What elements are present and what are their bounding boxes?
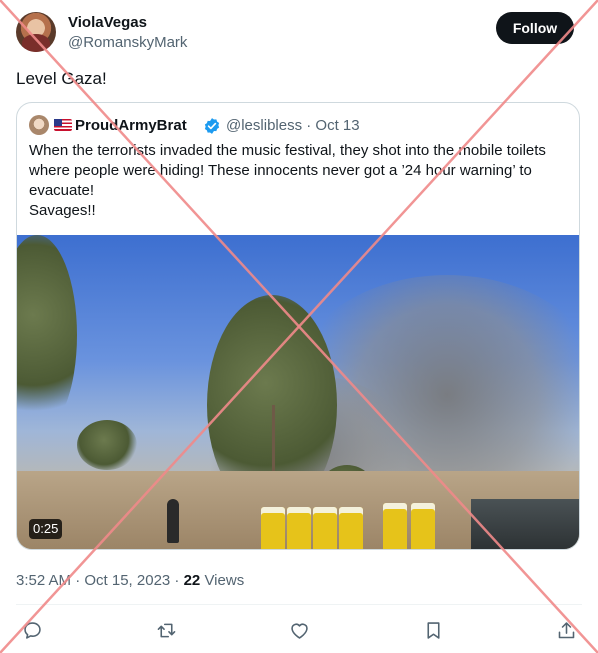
retweet-icon — [157, 623, 175, 637]
tweet-text: Level Gaza! — [16, 69, 107, 88]
portable-toilet — [287, 507, 311, 549]
reply-button[interactable] — [18, 616, 46, 644]
divider — [16, 604, 582, 605]
video-duration: 0:25 — [29, 519, 63, 539]
follow-button[interactable]: Follow — [496, 12, 574, 44]
quoted-tweet[interactable]: ProudArmyBrat @leslibless · Oct 13 When … — [16, 102, 580, 550]
portable-toilet — [383, 503, 407, 549]
author-handle[interactable]: @RomanskyMark — [68, 34, 187, 52]
time-date[interactable]: 3:52 AM · Oct 15, 2023 · — [16, 572, 184, 589]
action-bar — [0, 616, 598, 644]
video-player[interactable]: 0:25 — [17, 235, 579, 549]
retweet-button[interactable] — [152, 616, 180, 644]
tweet-card: ViolaVegas @RomanskyMark Follow Level Ga… — [0, 0, 598, 653]
quoted-handle-date[interactable]: @leslibless · Oct 13 — [226, 117, 360, 135]
author-display-name[interactable]: ViolaVegas — [68, 14, 147, 32]
share-button[interactable] — [552, 616, 580, 644]
views-count: 22 — [183, 572, 201, 589]
portable-toilet — [339, 507, 363, 549]
reply-icon — [23, 621, 41, 639]
portable-toilet — [411, 503, 435, 549]
share-icon — [558, 621, 574, 638]
like-icon — [290, 623, 308, 639]
author-avatar[interactable] — [16, 12, 56, 52]
portable-toilet — [261, 507, 285, 549]
views-label: Views — [200, 572, 245, 589]
us-flag-icon — [54, 119, 72, 131]
quoted-text-line: When the terrorists invaded the music fe… — [29, 142, 546, 159]
tweet-timestamp[interactable]: 3:52 AM · Oct 15, 2023 · 22 Views — [16, 572, 244, 590]
tree — [17, 235, 77, 435]
like-button[interactable] — [285, 616, 313, 644]
quoted-text-line: evacuate! — [29, 182, 95, 199]
person-silhouette — [167, 499, 179, 543]
quoted-text-line: where people were hiding! These innocent… — [29, 162, 532, 179]
portable-toilet — [313, 507, 337, 549]
quoted-tweet-text: When the terrorists invaded the music fe… — [29, 141, 569, 221]
bookmark-icon — [426, 621, 440, 639]
tree — [77, 420, 137, 470]
quoted-author-name[interactable]: ProudArmyBrat — [75, 117, 187, 135]
quoted-author-avatar[interactable] — [29, 115, 49, 135]
fence — [471, 499, 579, 549]
bookmark-button[interactable] — [419, 616, 447, 644]
verified-badge-icon — [204, 118, 220, 134]
quoted-text-line: Savages!! — [29, 202, 96, 219]
